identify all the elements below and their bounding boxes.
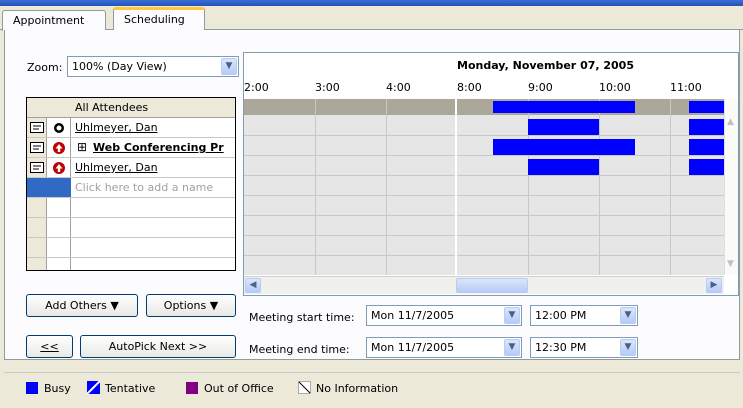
attendee-row[interactable]: Uhlmeyer, Dan <box>27 158 235 178</box>
scroll-left-icon[interactable]: ◀ <box>245 278 261 293</box>
message-icon <box>30 122 44 136</box>
chevron-down-icon: ▼ <box>504 339 520 356</box>
all-attendees-header: All Attendees <box>75 101 149 114</box>
attendee-name[interactable]: Web Conferencing Pr <box>93 141 224 154</box>
circle-black-icon[interactable] <box>53 122 65 137</box>
tab-scheduling[interactable]: Scheduling <box>113 7 205 31</box>
time-tick: 3:00 <box>315 81 340 94</box>
empty-row <box>27 238 235 258</box>
start-time-value: 12:00 PM <box>535 309 587 322</box>
busy-block <box>689 101 724 113</box>
busy-block <box>528 119 599 135</box>
busy-block <box>528 159 599 175</box>
empty-row <box>27 218 235 238</box>
expand-icon[interactable]: ⊞ <box>77 140 87 154</box>
end-time-dropdown[interactable]: 12:30 PM ▼ <box>530 337 638 358</box>
scroll-thumb[interactable] <box>456 278 528 293</box>
autopick-previous-button[interactable]: << <box>26 335 73 358</box>
end-time-label: Meeting end time: <box>249 343 350 356</box>
tab-appointment[interactable]: Appointment <box>2 10 106 31</box>
no-information-swatch <box>298 381 311 397</box>
attendee-row[interactable]: ⊞ Web Conferencing Pr <box>27 138 235 158</box>
busy-block <box>689 139 724 155</box>
attendee-row[interactable]: Uhlmeyer, Dan <box>27 118 235 138</box>
end-date-dropdown[interactable]: Mon 11/7/2005 ▼ <box>366 337 522 358</box>
horizontal-scrollbar[interactable]: ◀ ▶ <box>244 276 724 294</box>
time-tick: 9:00 <box>528 81 553 94</box>
vertical-scrollbar[interactable]: ▲ ▼ <box>724 99 738 275</box>
tab-scheduling-label: Scheduling <box>124 13 185 26</box>
chevron-down-icon: ▼ <box>620 307 636 324</box>
options-button[interactable]: Options ▼ <box>146 294 236 317</box>
empty-row <box>27 198 235 218</box>
autopick-label: AutoPick Next >> <box>108 340 208 353</box>
add-attendee-row[interactable]: Click here to add a name <box>27 178 235 198</box>
chevron-down-icon: ▼ <box>221 58 237 75</box>
legend: Busy Tentative Out of Office No Informat… <box>4 372 740 402</box>
chevron-down-icon: ▼ <box>504 307 520 324</box>
time-tick: 4:00 <box>386 81 411 94</box>
attendee-header-row: All Attendees <box>27 98 235 118</box>
start-time-dropdown[interactable]: 12:00 PM ▼ <box>530 305 638 326</box>
time-tick: 8:00 <box>457 81 482 94</box>
time-tick: 11:00 <box>670 81 702 94</box>
autopick-next-button[interactable]: AutoPick Next >> <box>80 335 236 358</box>
start-date-dropdown[interactable]: Mon 11/7/2005 ▼ <box>366 305 522 326</box>
add-others-button[interactable]: Add Others ▼ <box>26 294 138 317</box>
time-tick: 10:00 <box>599 81 631 94</box>
add-name-input[interactable]: Click here to add a name <box>75 181 213 194</box>
busy-swatch <box>26 382 38 394</box>
add-others-label: Add Others <box>45 299 107 312</box>
selected-row-marker <box>27 178 71 197</box>
legend-out-of-office-label: Out of Office <box>204 382 274 395</box>
scroll-up-icon[interactable]: ▲ <box>727 117 734 127</box>
date-header: Monday, November 07, 2005 <box>457 59 634 72</box>
out-of-office-swatch <box>186 382 198 394</box>
grid-body <box>244 99 724 275</box>
zoom-dropdown[interactable]: 100% (Day View) ▼ <box>67 56 239 77</box>
legend-tentative-label: Tentative <box>105 382 156 395</box>
tentative-swatch <box>86 380 101 397</box>
tab-strip: Appointment Scheduling <box>0 6 743 31</box>
start-time-label: Meeting start time: <box>249 311 355 324</box>
busy-block <box>689 119 724 135</box>
end-time-value: 12:30 PM <box>535 341 587 354</box>
tab-appointment-label: Appointment <box>13 14 85 27</box>
zoom-value: 100% (Day View) <box>72 60 167 73</box>
start-date-value: Mon 11/7/2005 <box>371 309 455 322</box>
message-icon <box>30 142 44 156</box>
busy-block <box>689 159 724 175</box>
prev-label: << <box>40 340 59 353</box>
scroll-down-icon[interactable]: ▼ <box>727 259 734 269</box>
arrow-up-red-icon[interactable] <box>53 162 65 177</box>
end-date-value: Mon 11/7/2005 <box>371 341 455 354</box>
busy-block <box>493 101 635 113</box>
free-busy-grid[interactable]: Monday, November 07, 2005 2:00 3:00 4:00… <box>243 52 739 296</box>
grid-lines <box>244 99 724 275</box>
attendee-list: All Attendees Uhlmeyer, Dan ⊞ Web Confer… <box>26 97 236 271</box>
chevron-down-icon: ▼ <box>620 339 636 356</box>
dropdown-arrow-icon: ▼ <box>209 299 219 312</box>
attendee-name[interactable]: Uhlmeyer, Dan <box>75 121 158 134</box>
attendee-name[interactable]: Uhlmeyer, Dan <box>75 161 158 174</box>
legend-busy-label: Busy <box>44 382 71 395</box>
busy-block <box>493 139 635 155</box>
zoom-label: Zoom: <box>27 61 63 74</box>
time-tick: 2:00 <box>244 81 269 94</box>
dropdown-arrow-icon: ▼ <box>110 299 119 312</box>
options-label: Options <box>163 299 207 312</box>
legend-no-information-label: No Information <box>316 382 399 395</box>
message-icon <box>30 162 44 176</box>
scroll-right-icon[interactable]: ▶ <box>706 278 722 293</box>
arrow-up-red-icon[interactable] <box>53 142 65 157</box>
